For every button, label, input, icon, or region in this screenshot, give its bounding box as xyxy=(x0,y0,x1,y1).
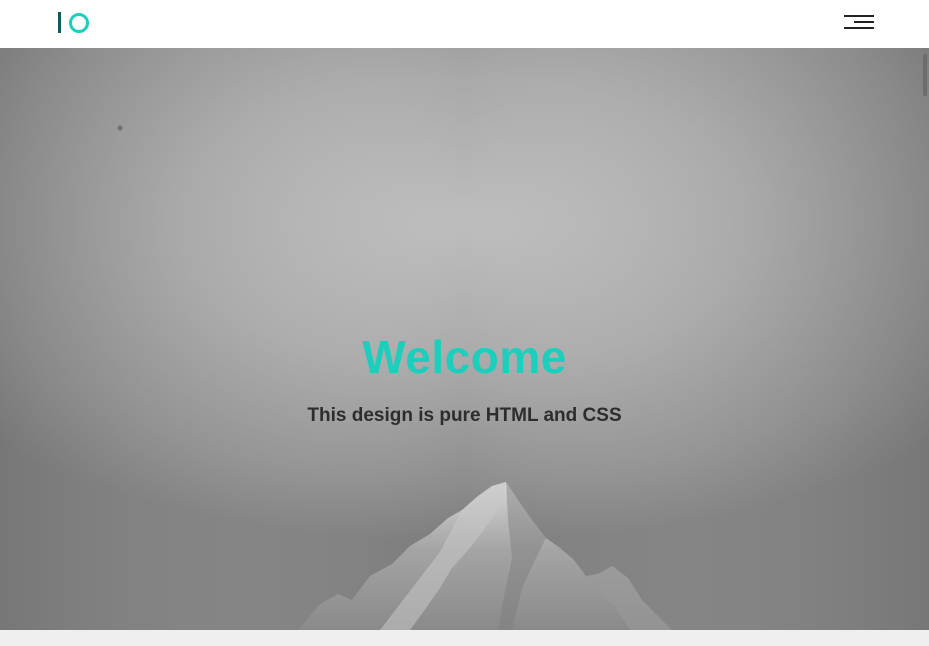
menu-line-bottom xyxy=(844,27,874,29)
menu-line-top xyxy=(844,15,874,17)
top-navbar xyxy=(0,0,929,48)
next-section-edge xyxy=(0,630,929,646)
hero-title: Welcome xyxy=(362,331,567,383)
logo-ring-mark xyxy=(69,13,89,33)
menu-line-middle xyxy=(854,21,874,23)
hero-subtitle: This design is pure HTML and CSS xyxy=(307,405,622,426)
hero-section: Welcome This design is pure HTML and CSS xyxy=(0,48,929,630)
scrollbar-thumb[interactable] xyxy=(923,54,927,96)
logo-link[interactable] xyxy=(57,11,93,34)
logo-bar-mark xyxy=(58,12,61,33)
hamburger-menu-icon[interactable] xyxy=(842,12,876,34)
scrollbar[interactable] xyxy=(920,48,929,630)
page: Welcome This design is pure HTML and CSS xyxy=(0,0,929,646)
